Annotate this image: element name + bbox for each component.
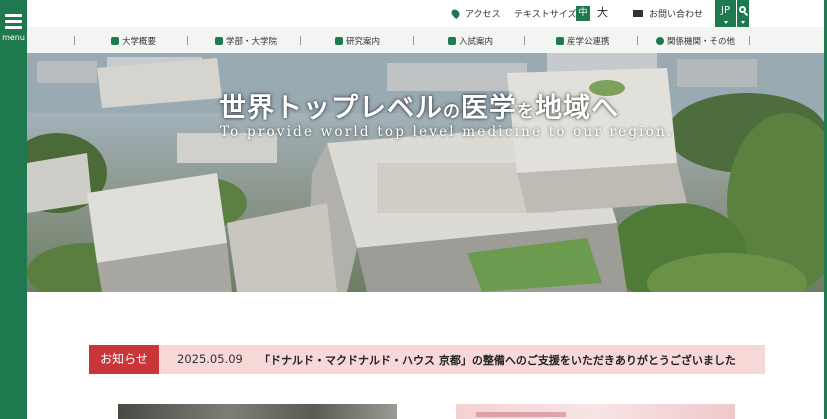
nav-separator	[749, 36, 750, 45]
nav-item-label: 研究案内	[346, 37, 381, 47]
search-button[interactable]	[737, 0, 749, 27]
nav-separator	[637, 36, 638, 45]
text-size-label: テキストサイズ	[514, 10, 577, 20]
main-nav: 大学概要 学部・大学院 研究案内 入試案内 産学公連携 関係機関・その他	[27, 27, 824, 53]
nav-item-related[interactable]: 関係機関・その他	[656, 35, 735, 47]
text-size-large-button[interactable]: 大	[595, 5, 610, 21]
nav-item-label: 学部・大学院	[226, 37, 278, 47]
nav-separator	[187, 36, 188, 45]
hero-headline: 世界トップレベルの医学を地域へ	[219, 93, 619, 124]
news-tag: お知らせ	[89, 345, 159, 374]
nav-item-faculties[interactable]: 学部・大学院	[215, 35, 277, 47]
map-pin-icon	[449, 7, 462, 20]
side-menu-bar[interactable]: menu	[0, 0, 27, 419]
hero-subline: To provide world top level medicine to o…	[220, 124, 674, 140]
graduation-cap-icon	[215, 37, 223, 45]
nav-separator	[524, 36, 525, 45]
contact-label: お問い合わせ	[649, 10, 704, 20]
chevron-down-icon	[724, 21, 728, 24]
nav-item-about[interactable]: 大学概要	[111, 35, 156, 47]
nav-separator	[300, 36, 301, 45]
feature-thumbnail[interactable]	[456, 404, 735, 419]
utility-bar: アクセス テキストサイズ 中 大 お問い合わせ JP	[27, 0, 824, 27]
news-bar[interactable]: お知らせ 2025.05.09 「ドナルド・マクドナルド・ハウス 京都」の整備へ…	[89, 345, 765, 374]
nav-item-label: 関係機関・その他	[667, 37, 736, 47]
nav-item-label: 大学概要	[122, 37, 157, 47]
hero-banner: 世界トップレベルの医学を地域へ To provide world top lev…	[27, 53, 824, 292]
mail-icon	[633, 10, 643, 17]
hamburger-icon[interactable]	[5, 14, 22, 32]
handshake-icon	[556, 37, 564, 45]
flask-icon	[335, 37, 343, 45]
building-icon	[111, 37, 119, 45]
chevron-down-icon	[741, 21, 745, 24]
news-title-link[interactable]: 「ドナルド・マクドナルド・ハウス 京都」の整備へのご支援をいただきありがとうござ…	[259, 352, 736, 368]
nav-item-admissions[interactable]: 入試案内	[448, 35, 493, 47]
nav-item-label: 産学公連携	[567, 37, 610, 47]
nav-separator	[413, 36, 414, 45]
access-link[interactable]: アクセス	[449, 7, 501, 20]
feature-thumbnail[interactable]	[118, 404, 397, 419]
nav-item-research[interactable]: 研究案内	[335, 35, 380, 47]
page: menu アクセス テキストサイズ 中 大 お問い合わせ JP 大学概要 学部・…	[0, 0, 827, 419]
news-date: 2025.05.09	[177, 352, 243, 366]
language-label: JP	[721, 5, 730, 16]
language-button[interactable]: JP	[715, 0, 736, 27]
nav-item-industry[interactable]: 産学公連携	[556, 35, 610, 47]
text-size-medium-button[interactable]: 中	[576, 6, 590, 21]
access-label: アクセス	[465, 10, 501, 20]
nav-item-label: 入試案内	[459, 37, 494, 47]
contact-link[interactable]: お問い合わせ	[633, 7, 703, 20]
menu-label[interactable]: menu	[0, 33, 27, 42]
nav-separator	[74, 36, 75, 45]
pencil-icon	[448, 37, 456, 45]
globe-icon	[656, 37, 664, 45]
